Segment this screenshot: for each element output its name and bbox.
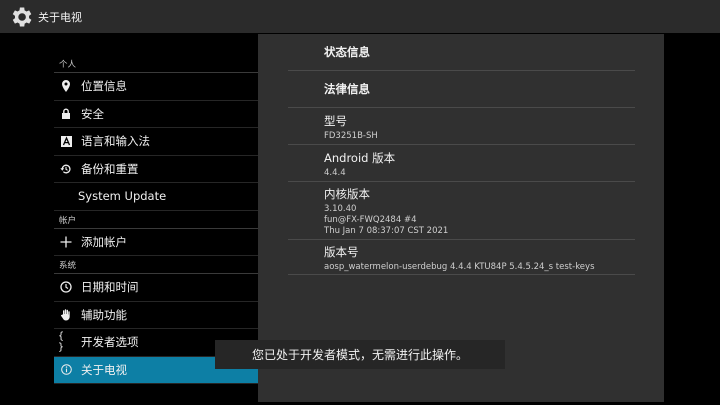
section-header-system: 系统 — [54, 256, 258, 274]
clock-icon — [58, 279, 74, 295]
build-number-row[interactable]: 版本号 aosp_watermelon-userdebug 4.4.4 KTU8… — [288, 240, 635, 275]
sidebar-item-label: 辅助功能 — [81, 307, 127, 322]
model-value: FD3251B-SH — [324, 131, 378, 141]
sidebar-item-security[interactable]: 安全 — [54, 101, 258, 128]
sidebar-item-label: System Update — [78, 189, 167, 204]
kernel-version-title: 内核版本 — [324, 187, 370, 201]
keyboard-a-icon — [58, 133, 74, 149]
model-title: 型号 — [324, 114, 347, 128]
sidebar-item-label: 位置信息 — [81, 79, 127, 94]
gear-icon — [12, 6, 32, 27]
kernel-version-row: 内核版本 3.10.40 fun@FX-FWQ2484 #4 Thu Jan 7… — [288, 182, 635, 240]
build-number-title: 版本号 — [324, 245, 359, 259]
android-version-value: 4.4.4 — [324, 168, 346, 178]
status-info-title: 状态信息 — [324, 45, 370, 59]
sidebar-item-label: 添加帐户 — [81, 234, 127, 249]
sidebar-item-language[interactable]: 语言和输入法 — [54, 128, 258, 156]
sidebar-item-accessibility[interactable]: 辅助功能 — [54, 302, 258, 329]
sidebar-item-backup[interactable]: 备份和重置 — [54, 156, 258, 183]
legal-info-title: 法律信息 — [324, 82, 370, 96]
status-info-row[interactable]: 状态信息 — [288, 34, 635, 71]
sidebar-item-label: 开发者选项 — [81, 335, 139, 350]
sidebar-item-label: 日期和时间 — [81, 280, 139, 295]
restore-icon — [58, 161, 74, 177]
hand-icon — [58, 307, 74, 323]
braces-icon: { } — [58, 331, 65, 354]
android-version-row: Android 版本 4.4.4 — [288, 145, 635, 182]
sidebar-item-label: 安全 — [81, 106, 104, 121]
title-bar: 关于电视 — [0, 0, 720, 33]
toast-message: 您已处于开发者模式，无需进行此操作。 — [215, 340, 505, 369]
model-row: 型号 FD3251B-SH — [288, 108, 635, 145]
kernel-version-line: Thu Jan 7 08:37:07 CST 2021 — [324, 226, 449, 236]
build-number-value: aosp_watermelon-userdebug 4.4.4 KTU84P 5… — [324, 262, 595, 272]
section-header-personal: 个人 — [54, 55, 258, 73]
sidebar-item-date-time[interactable]: 日期和时间 — [54, 274, 258, 302]
legal-info-row[interactable]: 法律信息 — [288, 71, 635, 108]
sidebar-item-label: 备份和重置 — [81, 161, 139, 176]
settings-sidebar: 个人 位置信息 安全 语言和输入法 备份和重置 System Update 帐户… — [54, 55, 258, 387]
kernel-version-line: fun@FX-FWQ2484 #4 — [324, 215, 417, 225]
location-pin-icon — [58, 78, 74, 94]
sidebar-item-label: 语言和输入法 — [81, 134, 150, 149]
info-icon — [58, 362, 74, 378]
section-header-accounts: 帐户 — [54, 211, 258, 229]
plus-icon — [58, 234, 74, 250]
lock-icon — [58, 106, 74, 122]
android-version-title: Android 版本 — [324, 151, 396, 165]
sidebar-item-system-update[interactable]: System Update — [54, 183, 258, 211]
window-title: 关于电视 — [38, 10, 82, 24]
sidebar-item-location[interactable]: 位置信息 — [54, 73, 258, 101]
sidebar-item-add-account[interactable]: 添加帐户 — [54, 229, 258, 256]
kernel-version-line: 3.10.40 — [324, 204, 357, 214]
sidebar-item-label: 关于电视 — [81, 362, 127, 377]
